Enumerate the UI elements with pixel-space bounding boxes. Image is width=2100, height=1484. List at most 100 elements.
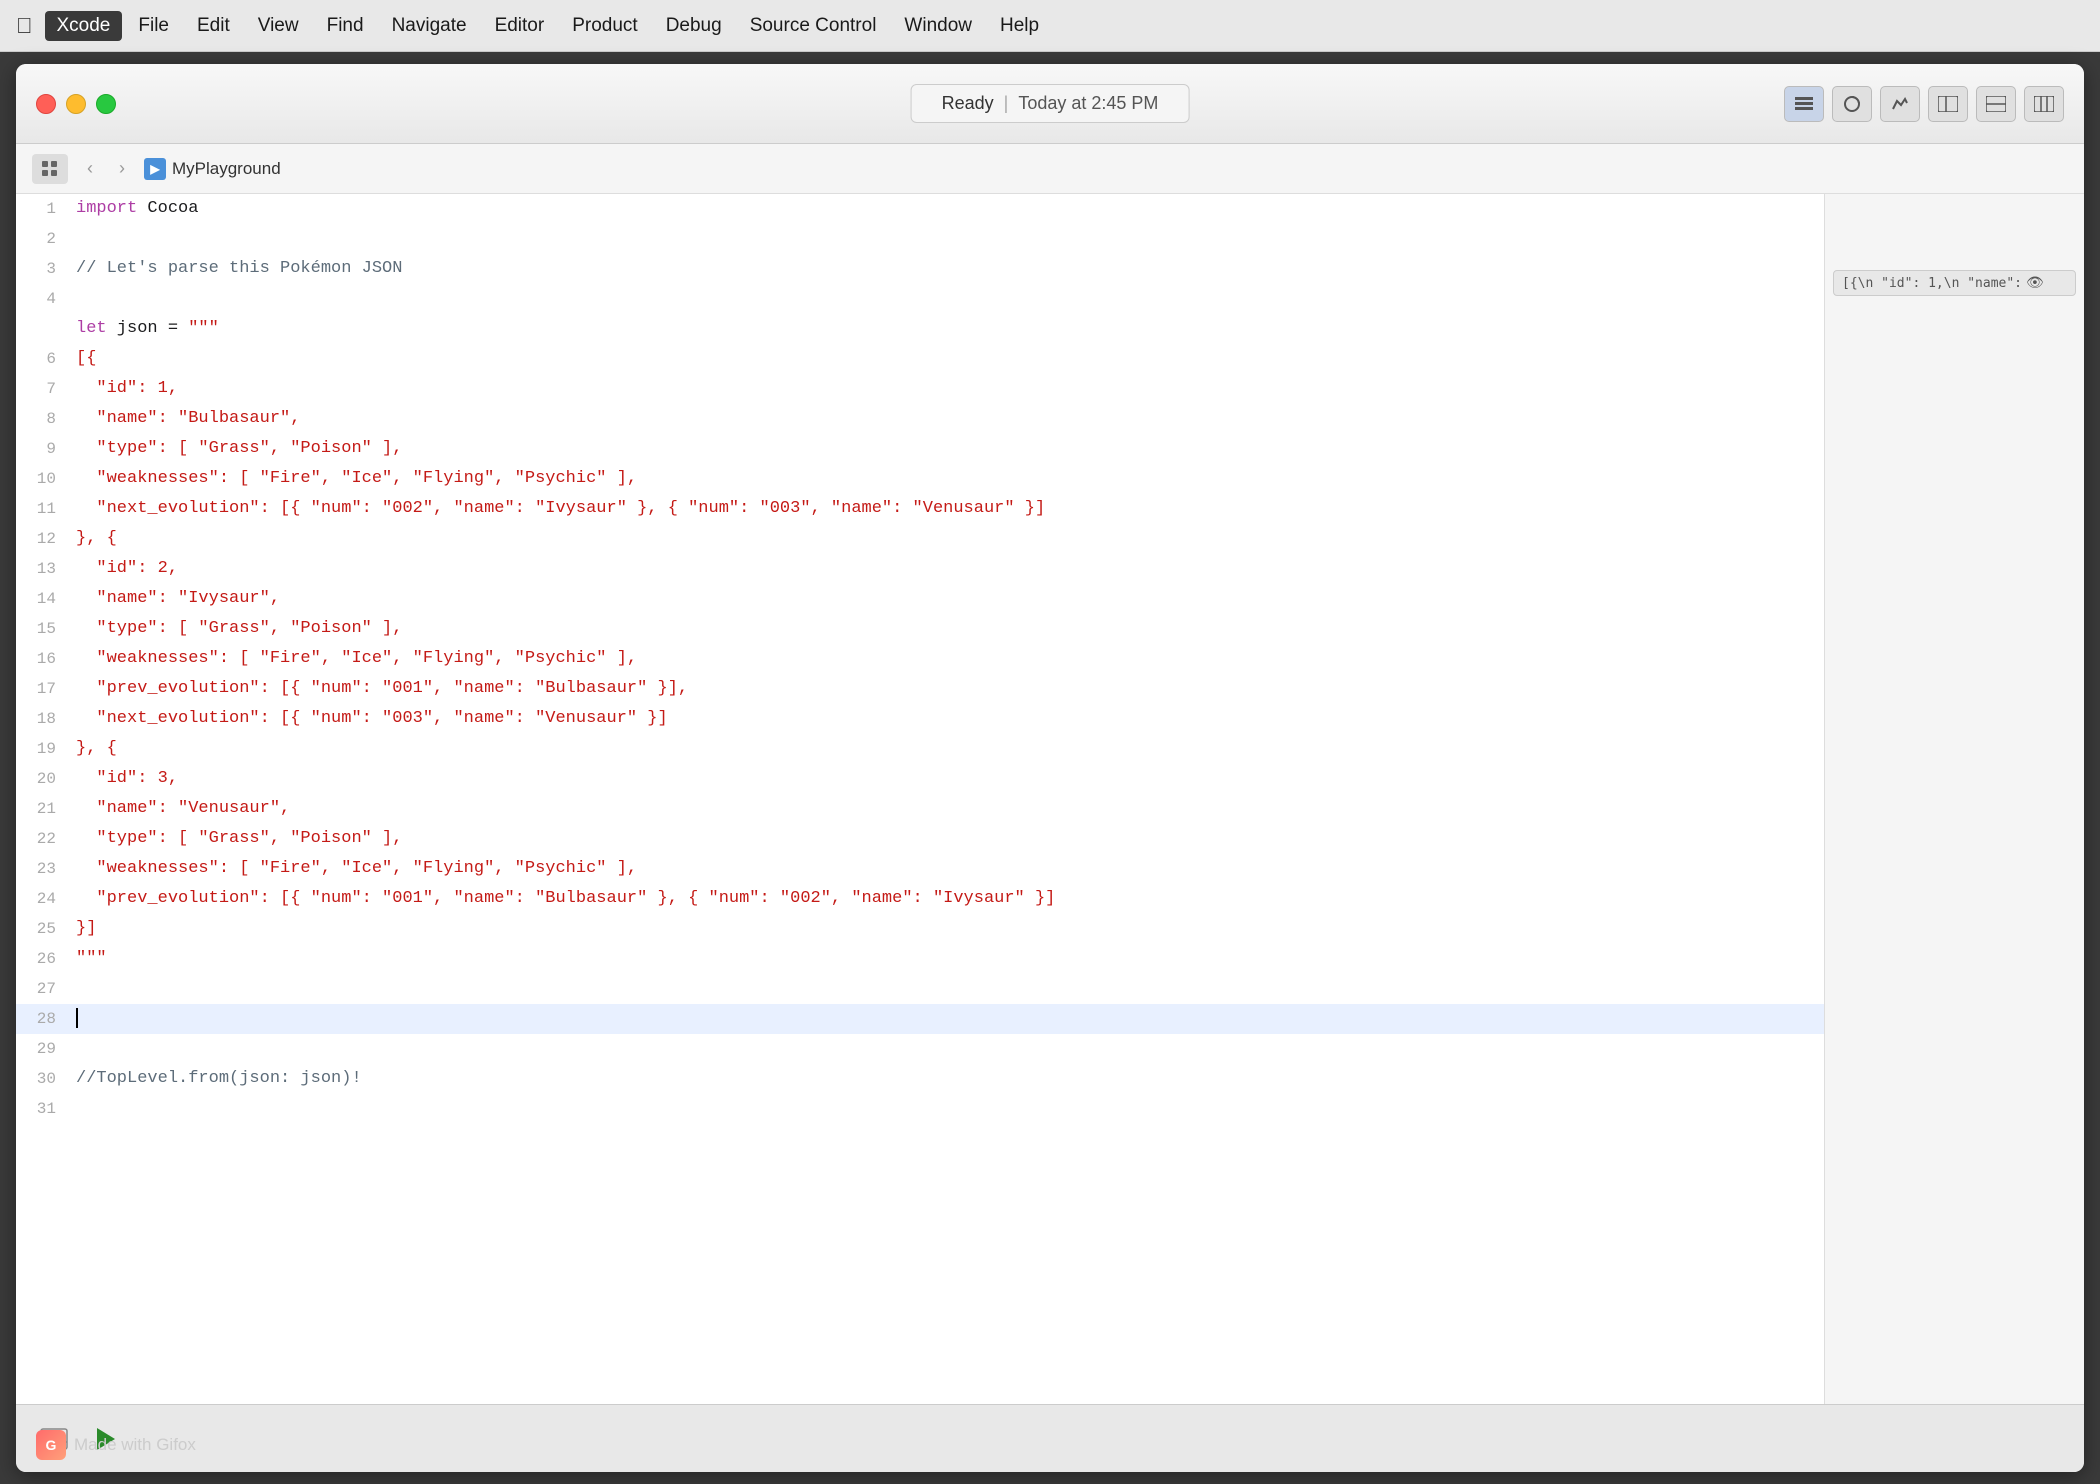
status-separator: | [1004,93,1009,114]
menu-edit[interactable]: Edit [185,11,242,41]
line-content-20: "id": 3, [72,764,1824,794]
menu-xcode[interactable]: Xcode [45,11,123,41]
line-content-17: "prev_evolution": [{ "num": "001", "name… [72,674,1824,704]
minimize-button[interactable] [66,94,86,114]
line-number-6: 6 [16,344,72,374]
close-button[interactable] [36,94,56,114]
back-button[interactable]: ‹ [76,155,104,183]
status-time-label: Today at 2:45 PM [1018,93,1158,114]
line-content-3: // Let's parse this Pokémon JSON [72,254,1824,284]
menu-window[interactable]: Window [892,11,984,41]
code-line-16: 16 "weaknesses": [ "Fire", "Ice", "Flyin… [16,644,1824,674]
code-line-14: 14 "name": "Ivysaur", [16,584,1824,614]
code-line-3: 3 // Let's parse this Pokémon JSON [16,254,1824,284]
code-line-27: 27 [16,974,1824,1004]
line-number-9: 9 [16,434,72,464]
line-number-11: 11 [16,494,72,524]
menu-editor[interactable]: Editor [483,11,557,41]
bottom-bar [16,1404,2084,1472]
code-line-30: 30 //TopLevel.from(json: json)! [16,1064,1824,1094]
code-line-31: 31 [16,1094,1824,1124]
breadcrumb-filename: MyPlayground [172,159,281,179]
result-eye-icon: 👁 [2026,275,2044,291]
line-content-11: "next_evolution": [{ "num": "002", "name… [72,494,1824,524]
line-number-8: 8 [16,404,72,434]
line-number-17: 17 [16,674,72,704]
code-line-23: 23 "weaknesses": [ "Fire", "Ice", "Flyin… [16,854,1824,884]
code-line-26: 26 """ [16,944,1824,974]
editor-layout-button-5[interactable] [1976,86,2016,122]
menu-find[interactable]: Find [315,11,376,41]
status-ready-label: Ready [942,93,994,114]
editor-layout-button-1[interactable] [1784,86,1824,122]
right-panel: [{\n "id": 1,\n "name": 👁 [1824,194,2084,1404]
editor-layout-button-6[interactable] [2024,86,2064,122]
code-line-8: 8 "name": "Bulbasaur", [16,404,1824,434]
line-number-12: 12 [16,524,72,554]
result-badge[interactable]: [{\n "id": 1,\n "name": 👁 [1833,270,2076,296]
code-editor[interactable]: 1 import Cocoa 2 3 // Let's parse this P… [16,194,1824,1404]
code-line-20: 20 "id": 3, [16,764,1824,794]
code-line-18: 18 "next_evolution": [{ "num": "003", "n… [16,704,1824,734]
editor-layout-button-2[interactable] [1832,86,1872,122]
fullscreen-button[interactable] [96,94,116,114]
menu-debug[interactable]: Debug [654,11,734,41]
code-line-13: 13 "id": 2, [16,554,1824,584]
titlebar: Ready | Today at 2:45 PM [16,64,2084,144]
line-content-1: import Cocoa [72,194,1824,224]
code-line-1: 1 import Cocoa [16,194,1824,224]
apple-menu-icon[interactable]:  [16,13,33,39]
line-content-28 [72,1004,1824,1034]
line-content-26: """ [72,944,1824,974]
line-content-24: "prev_evolution": [{ "num": "001", "name… [72,884,1824,914]
code-line-21: 21 "name": "Venusaur", [16,794,1824,824]
line-content-7: "id": 1, [72,374,1824,404]
line-content-6: [{ [72,344,1824,374]
code-line-24: 24 "prev_evolution": [{ "num": "001", "n… [16,884,1824,914]
code-line-10: 10 "weaknesses": [ "Fire", "Ice", "Flyin… [16,464,1824,494]
result-badge-text: [{\n "id": 1,\n "name": [1842,276,2022,291]
code-line-11: 11 "next_evolution": [{ "num": "002", "n… [16,494,1824,524]
line-number-19: 19 [16,734,72,764]
line-number-29: 29 [16,1034,72,1064]
breadcrumb-file[interactable]: ▶ MyPlayground [144,158,281,180]
code-line-4: 4 [16,284,1824,314]
line-number-15: 15 [16,614,72,644]
menu-file[interactable]: File [126,11,181,41]
line-number-23: 23 [16,854,72,884]
breadcrumb-nav: ‹ › [76,155,136,183]
line-content-18: "next_evolution": [{ "num": "003", "name… [72,704,1824,734]
main-content: 1 import Cocoa 2 3 // Let's parse this P… [16,194,2084,1404]
line-content-5: let json = """ [72,314,1824,344]
code-line-7: 7 "id": 1, [16,374,1824,404]
menu-source-control[interactable]: Source Control [738,11,889,41]
line-content-21: "name": "Venusaur", [72,794,1824,824]
forward-button[interactable]: › [108,155,136,183]
line-content-9: "type": [ "Grass", "Poison" ], [72,434,1824,464]
code-line-15: 15 "type": [ "Grass", "Poison" ], [16,614,1824,644]
menu-view[interactable]: View [246,11,311,41]
menu-product[interactable]: Product [560,11,649,41]
line-number-26: 26 [16,944,72,974]
watermark: G Made with Gifox [36,1430,196,1460]
code-line-29: 29 [16,1034,1824,1064]
watermark-text: Made with Gifox [74,1435,196,1455]
editor-layout-button-3[interactable] [1880,86,1920,122]
playground-file-icon: ▶ [144,158,166,180]
line-number-28: 28 [16,1004,72,1034]
grid-view-button[interactable] [32,154,68,184]
menubar:  Xcode File Edit View Find Navigate Edi… [0,0,2100,52]
line-number-1: 1 [16,194,72,224]
line-number-14: 14 [16,584,72,614]
line-number-2: 2 [16,224,72,254]
code-line-9: 9 "type": [ "Grass", "Poison" ], [16,434,1824,464]
traffic-lights [36,94,116,114]
menu-help[interactable]: Help [988,11,1051,41]
line-number-4: 4 [16,284,72,314]
code-line-19: 19 }, { [16,734,1824,764]
line-number-22: 22 [16,824,72,854]
code-line-6: 6 [{ [16,344,1824,374]
line-content-23: "weaknesses": [ "Fire", "Ice", "Flying",… [72,854,1824,884]
editor-layout-button-4[interactable] [1928,86,1968,122]
menu-navigate[interactable]: Navigate [380,11,479,41]
